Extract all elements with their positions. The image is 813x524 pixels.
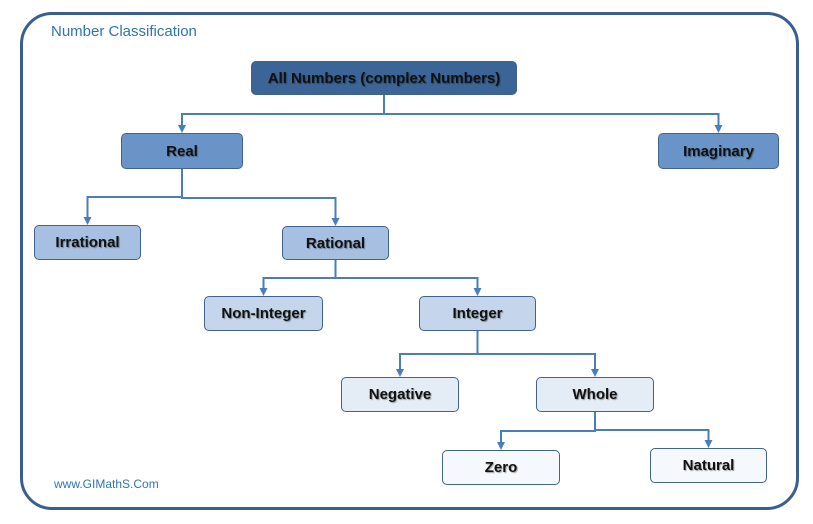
node-label: Imaginary (683, 142, 754, 160)
node-real: Real (121, 133, 243, 169)
node-imaginary: Imaginary (658, 133, 779, 169)
connector-whole-to-zero (497, 412, 596, 450)
node-label: Whole (572, 386, 618, 403)
node-negative: Negative (341, 377, 459, 412)
node-label: Rational (305, 234, 366, 252)
node-label: Non-Integer (221, 305, 306, 322)
node-whole: Whole (536, 377, 654, 412)
node-label: Natural (682, 457, 735, 474)
node-rational: Rational (282, 226, 389, 260)
node-zero: Zero (442, 450, 560, 485)
node-all-numbers: All Numbers (complex Numbers) (251, 61, 517, 95)
connector-all-to-imaginary (383, 95, 723, 133)
node-natural: Natural (650, 448, 767, 483)
node-label: Negative (368, 386, 432, 403)
node-non-integer: Non-Integer (204, 296, 323, 331)
connector-integer-to-whole (476, 331, 599, 377)
connector-rational-to-integer (334, 260, 482, 296)
connector-rational-to-non_integer (259, 260, 337, 296)
node-label: Integer (452, 305, 503, 322)
node-label: Real (166, 142, 198, 160)
node-label: Zero (484, 459, 518, 476)
connector-whole-to-natural (594, 412, 713, 448)
connector-integer-to-negative (396, 331, 479, 377)
node-label: Irrational (55, 234, 120, 251)
connector-real-to-rational (181, 169, 340, 226)
connector-all-to-real (178, 95, 385, 133)
connector-real-to-irrational (83, 169, 183, 225)
node-label: All Numbers (complex Numbers) (267, 69, 501, 87)
node-irrational: Irrational (34, 225, 141, 260)
website-credit: www.GIMathS.Com (54, 477, 159, 491)
node-integer: Integer (419, 296, 536, 331)
